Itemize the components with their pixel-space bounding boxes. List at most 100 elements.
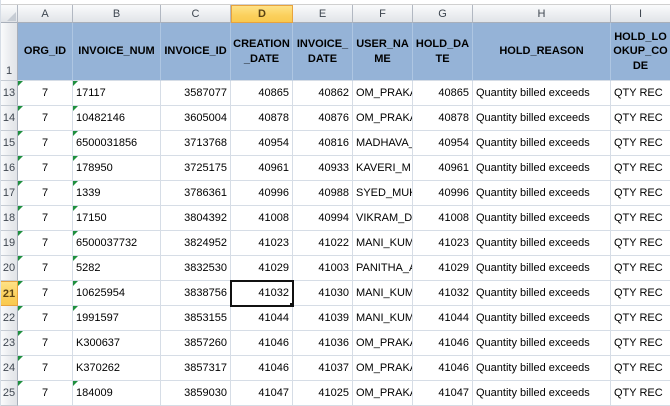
cell-D22[interactable]: 41044 <box>231 306 293 331</box>
row-header-18[interactable]: 18 <box>1 206 18 231</box>
column-header-D[interactable]: D <box>231 5 293 23</box>
cell-A21[interactable]: 7 <box>18 281 73 306</box>
cell-G17[interactable]: 40996 <box>413 181 473 206</box>
cell-A13[interactable]: 7 <box>18 81 73 106</box>
cell-C19[interactable]: 3824952 <box>161 231 231 256</box>
cell-H19[interactable]: Quantity billed exceeds <box>473 231 611 256</box>
cell-I16[interactable]: QTY REC <box>611 156 670 181</box>
row-header-24[interactable]: 24 <box>1 356 18 381</box>
cell-F19[interactable]: MANI_KUM <box>353 231 413 256</box>
cell-G19[interactable]: 41023 <box>413 231 473 256</box>
cell-C16[interactable]: 3725175 <box>161 156 231 181</box>
cell-H14[interactable]: Quantity billed exceeds <box>473 106 611 131</box>
row-header-20[interactable]: 20 <box>1 256 18 281</box>
cell-A19[interactable]: 7 <box>18 231 73 256</box>
cell-A16[interactable]: 7 <box>18 156 73 181</box>
cell-H16[interactable]: Quantity billed exceeds <box>473 156 611 181</box>
cell-H20[interactable]: Quantity billed exceeds <box>473 256 611 281</box>
cell-F25[interactable]: OM_PRAKA <box>353 381 413 406</box>
cell-B1[interactable]: INVOICE_NUM <box>73 23 161 81</box>
cell-E20[interactable]: 41003 <box>293 256 353 281</box>
cell-G15[interactable]: 40954 <box>413 131 473 156</box>
cell-I25[interactable]: QTY REC <box>611 381 670 406</box>
cell-F24[interactable]: OM_PRAKA <box>353 356 413 381</box>
cell-H21[interactable]: Quantity billed exceeds <box>473 281 611 306</box>
cell-B20[interactable]: 5282 <box>73 256 161 281</box>
row-header-23[interactable]: 23 <box>1 331 18 356</box>
cell-G25[interactable]: 41047 <box>413 381 473 406</box>
row-header-19[interactable]: 19 <box>1 231 18 256</box>
cell-G23[interactable]: 41046 <box>413 331 473 356</box>
row-header-1[interactable]: 1 <box>1 23 18 81</box>
cell-C23[interactable]: 3857260 <box>161 331 231 356</box>
column-header-G[interactable]: G <box>413 5 473 23</box>
cell-G20[interactable]: 41029 <box>413 256 473 281</box>
cell-D23[interactable]: 41046 <box>231 331 293 356</box>
cell-E17[interactable]: 40988 <box>293 181 353 206</box>
cell-B17[interactable]: 1339 <box>73 181 161 206</box>
cell-E23[interactable]: 41036 <box>293 331 353 356</box>
cell-G13[interactable]: 40865 <box>413 81 473 106</box>
cell-A22[interactable]: 7 <box>18 306 73 331</box>
cell-A24[interactable]: 7 <box>18 356 73 381</box>
row-header-14[interactable]: 14 <box>1 106 18 131</box>
cell-A1[interactable]: ORG_ID <box>18 23 73 81</box>
cell-I13[interactable]: QTY REC <box>611 81 670 106</box>
cell-B14[interactable]: 10482146 <box>73 106 161 131</box>
column-header-A[interactable]: A <box>18 5 73 23</box>
cell-F16[interactable]: KAVERI_M <box>353 156 413 181</box>
row-header-15[interactable]: 15 <box>1 131 18 156</box>
cell-E19[interactable]: 41022 <box>293 231 353 256</box>
cell-C17[interactable]: 3786361 <box>161 181 231 206</box>
cell-D24[interactable]: 41046 <box>231 356 293 381</box>
cell-I19[interactable]: QTY REC <box>611 231 670 256</box>
cell-H22[interactable]: Quantity billed exceeds <box>473 306 611 331</box>
cell-F14[interactable]: OM_PRAKA <box>353 106 413 131</box>
cell-F17[interactable]: SYED_MUKA <box>353 181 413 206</box>
cell-C20[interactable]: 3832530 <box>161 256 231 281</box>
row-header-13[interactable]: 13 <box>1 81 18 106</box>
row-header-22[interactable]: 22 <box>1 306 18 331</box>
cell-H17[interactable]: Quantity billed exceeds <box>473 181 611 206</box>
cell-C14[interactable]: 3605004 <box>161 106 231 131</box>
cell-I1[interactable]: HOLD_LOOKUP_CODE <box>611 23 670 81</box>
cell-C1[interactable]: INVOICE_ID <box>161 23 231 81</box>
cell-E16[interactable]: 40933 <box>293 156 353 181</box>
cell-D16[interactable]: 40961 <box>231 156 293 181</box>
cell-C22[interactable]: 3853155 <box>161 306 231 331</box>
cell-I23[interactable]: QTY REC <box>611 331 670 356</box>
cell-H18[interactable]: Quantity billed exceeds <box>473 206 611 231</box>
cell-I22[interactable]: QTY REC <box>611 306 670 331</box>
cell-D25[interactable]: 41047 <box>231 381 293 406</box>
cell-F23[interactable]: OM_PRAKA <box>353 331 413 356</box>
cell-G16[interactable]: 40961 <box>413 156 473 181</box>
row-header-17[interactable]: 17 <box>1 181 18 206</box>
cell-D14[interactable]: 40878 <box>231 106 293 131</box>
cell-B24[interactable]: K370262 <box>73 356 161 381</box>
cell-B22[interactable]: 1991597 <box>73 306 161 331</box>
cell-A17[interactable]: 7 <box>18 181 73 206</box>
cell-I14[interactable]: QTY REC <box>611 106 670 131</box>
cell-B13[interactable]: 17117 <box>73 81 161 106</box>
fill-handle[interactable] <box>289 302 293 306</box>
cell-F1[interactable]: USER_NAME <box>353 23 413 81</box>
cell-F20[interactable]: PANITHA_A <box>353 256 413 281</box>
cell-E15[interactable]: 40816 <box>293 131 353 156</box>
cell-E22[interactable]: 41039 <box>293 306 353 331</box>
cell-B19[interactable]: 6500037732 <box>73 231 161 256</box>
cell-B15[interactable]: 6500031856 <box>73 131 161 156</box>
column-header-E[interactable]: E <box>293 5 353 23</box>
cell-E21[interactable]: 41030 <box>293 281 353 306</box>
cell-A18[interactable]: 7 <box>18 206 73 231</box>
column-header-H[interactable]: H <box>473 5 611 23</box>
cell-E18[interactable]: 40994 <box>293 206 353 231</box>
cell-F18[interactable]: VIKRAM_D <box>353 206 413 231</box>
cell-G24[interactable]: 41046 <box>413 356 473 381</box>
cell-D13[interactable]: 40865 <box>231 81 293 106</box>
cell-A14[interactable]: 7 <box>18 106 73 131</box>
cell-G18[interactable]: 41008 <box>413 206 473 231</box>
cell-C25[interactable]: 3859030 <box>161 381 231 406</box>
select-all-corner[interactable] <box>1 5 18 23</box>
column-header-B[interactable]: B <box>73 5 161 23</box>
cell-A25[interactable]: 7 <box>18 381 73 406</box>
